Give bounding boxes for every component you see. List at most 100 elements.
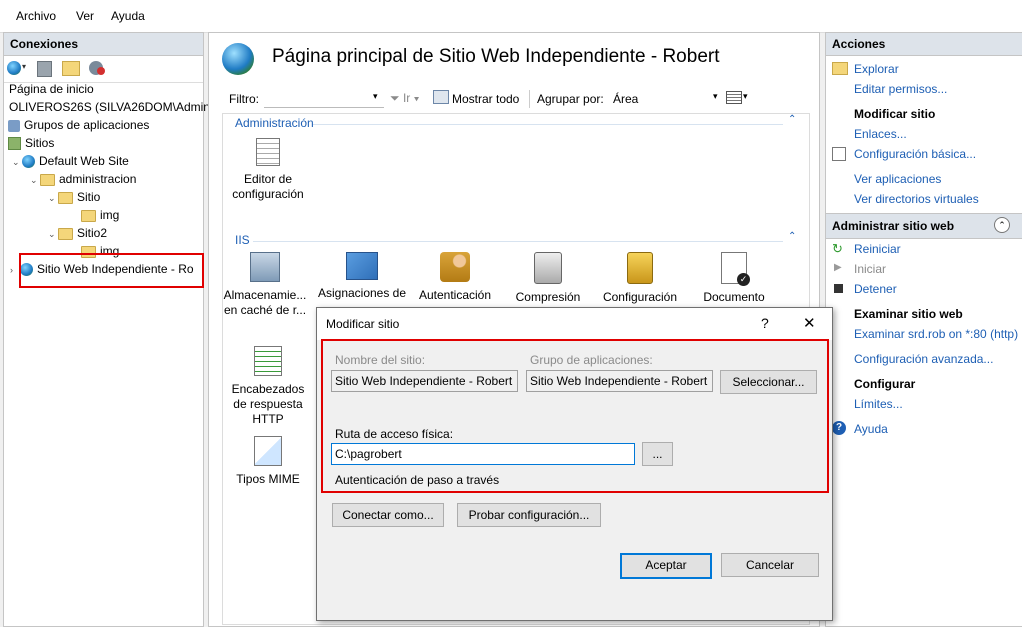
section-divider (253, 241, 783, 242)
up-folder-icon[interactable] (62, 61, 80, 76)
menu-ayuda[interactable]: Ayuda (111, 9, 145, 23)
disconnect-badge-icon (97, 67, 105, 75)
mappings-icon (346, 252, 378, 280)
connect-as-button[interactable]: Conectar como... (332, 503, 444, 527)
help-link[interactable]: Ayuda (854, 422, 888, 436)
tree-img-1[interactable]: img (81, 206, 119, 224)
browse-site-link[interactable]: Examinar srd.rob on *:80 (http) (854, 327, 1018, 341)
dialog-titlebar: Modificar sitio ? ✕ (317, 308, 832, 340)
feature-label: Autenticación (418, 288, 492, 302)
collapse-icon[interactable]: ⌃ (788, 114, 796, 125)
feature-authentication[interactable]: Autenticación (411, 252, 499, 303)
connections-panel: Conexiones ▾ Página de inicio OLIVEROS26… (3, 32, 219, 627)
chevron-down-icon[interactable]: ▾ (22, 62, 26, 71)
menu-archivo[interactable]: Archivo (16, 9, 56, 23)
help-icon: ? (832, 421, 846, 435)
actions-title: Acciones (826, 33, 1022, 56)
cancel-button[interactable]: Cancelar (721, 553, 819, 577)
collapse-up-icon[interactable]: ⌃ (994, 217, 1010, 233)
feature-http-headers[interactable]: Encabezados de respuesta HTTP (225, 346, 311, 427)
browse-site-heading: Examinar sitio web (854, 307, 963, 321)
stop-icon (834, 284, 843, 293)
feature-handler-mappings[interactable]: Asignaciones de (317, 252, 407, 301)
expand-arrow-icon[interactable]: ⌄ (12, 153, 22, 171)
folder-icon (58, 227, 73, 240)
limits-link[interactable]: Límites... (854, 397, 903, 411)
authentication-icon (440, 252, 470, 282)
globe-icon (22, 155, 35, 169)
test-settings-button[interactable]: Probar configuración... (457, 503, 601, 527)
tree-label: Página de inicio (9, 82, 94, 96)
feature-ssl-settings[interactable]: Configuración (595, 252, 685, 305)
manage-site-heading: Administrar sitio web (832, 219, 955, 233)
filter-input[interactable] (264, 89, 384, 108)
check-icon: ✓ (737, 273, 750, 286)
site-globe-icon (222, 43, 254, 75)
feature-output-cache[interactable]: Almacenamie... en caché de r... (223, 252, 307, 318)
ok-button[interactable]: Aceptar (620, 553, 712, 579)
tree-default-web-site[interactable]: ⌄ Default Web Site (12, 152, 129, 170)
feature-mime-types[interactable]: Tipos MIME (229, 436, 307, 487)
view-icon[interactable] (726, 91, 742, 104)
feature-compression[interactable]: Compresión (508, 252, 588, 305)
restart-link[interactable]: Reiniciar (854, 242, 901, 256)
section-iis: IIS (235, 233, 250, 247)
start-link[interactable]: Iniciar (854, 262, 886, 276)
highlight-box-dialog (321, 339, 829, 493)
tree-administracion[interactable]: ⌄ administracion (30, 170, 136, 188)
lock-icon (627, 252, 653, 284)
expand-arrow-icon[interactable]: ⌄ (30, 171, 40, 189)
highlight-box-tree (19, 253, 204, 288)
explore-link[interactable]: Explorar (854, 62, 899, 76)
tree-start-page[interactable]: Página de inicio (9, 80, 94, 98)
cache-icon (250, 252, 280, 282)
connections-toolbar: ▾ (4, 56, 203, 83)
tree-server[interactable]: OLIVEROS26S (SILVA26DOM\Adminis (9, 98, 219, 116)
advanced-settings-link[interactable]: Configuración avanzada... (854, 352, 993, 366)
feature-label: Documento (703, 290, 765, 304)
feature-label: Encabezados de respuesta HTTP (231, 382, 305, 426)
folder-icon (40, 173, 55, 186)
tree-sites[interactable]: Sitios (8, 134, 54, 152)
connect-icon[interactable] (7, 61, 21, 75)
sites-icon (8, 137, 21, 151)
group-by-label: Agrupar por: (537, 92, 604, 106)
bindings-link[interactable]: Enlaces... (854, 127, 907, 141)
expand-arrow-icon[interactable]: ⌄ (48, 189, 58, 207)
tree-sitio[interactable]: ⌄ Sitio (48, 188, 100, 206)
view-applications-link[interactable]: Ver aplicaciones (854, 172, 941, 186)
tree-sitio2[interactable]: ⌄ Sitio2 (48, 224, 107, 242)
section-divider (313, 124, 783, 125)
go-label: Ir (402, 91, 411, 105)
feature-config-editor[interactable]: Editor de configuración (229, 138, 307, 202)
menu-ver[interactable]: Ver (76, 9, 94, 23)
tree-label: administracion (59, 172, 137, 186)
feature-label: Almacenamie... en caché de r... (223, 288, 307, 317)
save-icon[interactable] (37, 61, 52, 77)
group-by-select[interactable]: Área (613, 92, 638, 106)
separator (529, 90, 530, 108)
show-all-button[interactable]: Mostrar todo (452, 92, 519, 106)
stop-link[interactable]: Detener (854, 282, 897, 296)
dialog-close-button[interactable]: ✕ (803, 314, 816, 332)
dialog-help-button[interactable]: ? (761, 315, 769, 331)
tree-label: Sitio2 (77, 226, 108, 240)
folder-icon (81, 209, 96, 222)
menu-bar: Archivo Ver Ayuda (0, 0, 1022, 33)
tree-label: Sitios (25, 136, 55, 150)
edit-site-heading: Modificar sitio (854, 107, 936, 121)
chevron-down-icon[interactable]: ▾ (373, 91, 378, 102)
feature-label: Tipos MIME (236, 472, 300, 486)
expand-arrow-icon[interactable]: ⌄ (48, 225, 58, 243)
show-all-icon[interactable] (433, 90, 449, 104)
tree-app-pools[interactable]: Grupos de aplicaciones (8, 116, 149, 134)
chevron-down-icon[interactable]: ▾ (713, 91, 718, 102)
basic-settings-link[interactable]: Configuración básica... (854, 147, 976, 161)
go-button[interactable]: ⏷ Ir ▾ (390, 91, 420, 106)
chevron-down-icon[interactable]: ▾ (743, 91, 748, 102)
collapse-icon[interactable]: ⌃ (788, 231, 796, 242)
feature-default-document[interactable]: ✓ Documento (691, 252, 777, 305)
tree-label: img (100, 208, 120, 222)
edit-permissions-link[interactable]: Editar permisos... (854, 82, 947, 96)
view-virtual-dirs-link[interactable]: Ver directorios virtuales (854, 192, 979, 206)
